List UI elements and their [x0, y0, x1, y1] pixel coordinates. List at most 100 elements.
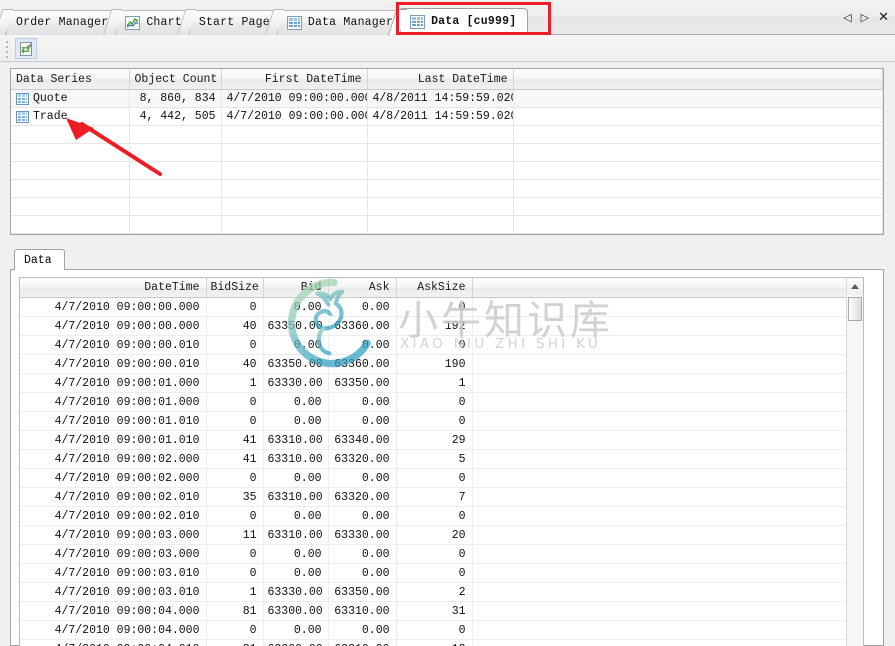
refresh-document-button[interactable]: ⇄: [15, 38, 37, 59]
table-row[interactable]: 4/7/2010 09:00:01.000 0 0.00 0.00 0: [20, 392, 848, 412]
filler-cell: [472, 297, 848, 317]
data-grid-panel: DateTime BidSize Bid Ask AskSize 4/7/201…: [10, 269, 884, 646]
first-datetime-cell: 4/7/2010 09:00:00.000: [221, 89, 368, 108]
filler-cell: [513, 89, 883, 108]
filler-cell: [472, 335, 848, 355]
scroll-up-arrow-icon[interactable]: [847, 278, 863, 295]
window-tab-controls: ◁ ▷ ✕: [843, 7, 889, 27]
table-row[interactable]: 4/7/2010 09:00:01.010 0 0.00 0.00 0: [20, 411, 848, 431]
filler-cell: [472, 601, 848, 621]
filler-cell: [472, 449, 848, 469]
filler-cell: [472, 544, 848, 564]
filler-cell: [472, 582, 848, 602]
ask-cell: 0.00: [328, 620, 397, 640]
tab-data[interactable]: Data: [14, 249, 65, 270]
filler-cell: [472, 373, 848, 393]
bid-cell: 0.00: [263, 620, 329, 640]
table-empty-row[interactable]: [11, 215, 883, 234]
bidsize-cell: 0: [206, 563, 264, 583]
next-tab-icon[interactable]: ▷: [861, 12, 869, 23]
chart-icon: [125, 16, 141, 30]
bid-cell: 0.00: [263, 506, 329, 526]
bid-cell: 0.00: [263, 335, 329, 355]
table-empty-row[interactable]: [11, 197, 883, 216]
data-grid-table: DateTime BidSize Bid Ask AskSize 4/7/201…: [20, 278, 848, 646]
asksize-cell: 190: [396, 354, 473, 374]
previous-tab-icon[interactable]: ◁: [843, 12, 851, 23]
table-row[interactable]: 4/7/2010 09:00:02.010 35 63310.00 63320.00 7: [20, 487, 848, 507]
column-header-filler[interactable]: [513, 69, 883, 90]
table-row[interactable]: 4/7/2010 09:00:04.000 81 63300.00 63310.00 3…: [20, 601, 848, 621]
column-header-first-datetime[interactable]: First DateTime: [221, 69, 368, 90]
column-header-ask[interactable]: Ask: [328, 278, 397, 298]
data-series-empty-rows: [11, 125, 883, 234]
datetime-cell: 4/7/2010 09:00:04.000: [20, 620, 207, 640]
vertical-scrollbar[interactable]: [846, 278, 863, 646]
table-row[interactable]: 4/7/2010 09:00:01.010 41 63310.00 63340.00 2…: [20, 430, 848, 450]
column-header-datetime[interactable]: DateTime: [20, 278, 207, 298]
empty-cell: [11, 233, 130, 234]
toolbar-gripper[interactable]: [6, 41, 10, 58]
column-header-asksize[interactable]: AskSize: [396, 278, 473, 298]
table-row[interactable]: 4/7/2010 09:00:00.010 40 63350.00 63360.00 1…: [20, 354, 848, 374]
table-empty-row[interactable]: [11, 179, 883, 198]
ask-cell: 0.00: [328, 392, 397, 412]
table-row[interactable]: 4/7/2010 09:00:03.000 0 0.00 0.00 0: [20, 544, 848, 564]
column-header-last-datetime[interactable]: Last DateTime: [367, 69, 514, 90]
last-datetime-cell: 4/8/2011 14:59:59.020: [367, 89, 514, 108]
datetime-cell: 4/7/2010 09:00:02.010: [20, 506, 207, 526]
empty-cell: [367, 143, 514, 162]
table-row[interactable]: 4/7/2010 09:00:03.000 11 63310.00 63330.00 2…: [20, 525, 848, 545]
table-row[interactable]: 4/7/2010 09:00:01.000 1 63330.00 63350.00 1: [20, 373, 848, 393]
table-row[interactable]: 4/7/2010 09:00:03.010 0 0.00 0.00 0: [20, 563, 848, 583]
column-header-bidsize[interactable]: BidSize: [206, 278, 264, 298]
table-row[interactable]: 4/7/2010 09:00:04.0108163300.0063310.001…: [20, 639, 848, 646]
bid-cell: 63300.00: [263, 601, 329, 621]
column-header-filler[interactable]: [472, 278, 848, 298]
column-header-object-count[interactable]: Object Count: [129, 69, 222, 90]
table-empty-row[interactable]: [11, 233, 883, 234]
datetime-cell: 4/7/2010 09:00:03.010: [20, 582, 207, 602]
empty-cell: [129, 125, 222, 144]
bidsize-cell: 11: [206, 525, 264, 545]
table-row[interactable]: Trade 4, 442, 505 4/7/2010 09:00:00.000 …: [11, 107, 883, 126]
table-row[interactable]: 4/7/2010 09:00:04.000 0 0.00 0.00 0: [20, 620, 848, 640]
ask-cell: 63340.00: [328, 430, 397, 450]
empty-cell: [221, 179, 368, 198]
empty-cell: [129, 143, 222, 162]
column-header-bid[interactable]: Bid: [263, 278, 329, 298]
tab-data-manager[interactable]: Data Manager: [276, 10, 406, 35]
asksize-cell: 31: [396, 601, 473, 621]
datetime-cell: 4/7/2010 09:00:01.000: [20, 373, 207, 393]
tab-data-cu999[interactable]: Data [cu999]: [400, 8, 529, 35]
bid-cell: 63350.00: [263, 316, 329, 336]
table-row[interactable]: 4/7/2010 09:00:00.000 0 0.00 0.00 0: [20, 297, 848, 317]
table-row[interactable]: Quote 8, 860, 834 4/7/2010 09:00:00.000 …: [11, 89, 883, 108]
last-datetime-cell: 4/8/2011 14:59:59.020: [367, 107, 514, 126]
empty-cell: [367, 197, 514, 216]
application-window: Order Manager Chart Start Page Data Mana…: [0, 0, 895, 646]
table-empty-row[interactable]: [11, 125, 883, 144]
table-row[interactable]: 4/7/2010 09:00:00.000 40 63350.00 63360.00 1…: [20, 316, 848, 336]
empty-cell: [11, 143, 130, 162]
table-row[interactable]: 4/7/2010 09:00:03.010 1 63330.00 63350.00 2: [20, 582, 848, 602]
table-empty-row[interactable]: [11, 143, 883, 162]
table-row[interactable]: 4/7/2010 09:00:02.010 0 0.00 0.00 0: [20, 506, 848, 526]
filler-cell: [472, 411, 848, 431]
asksize-cell: 0: [396, 544, 473, 564]
empty-cell: [11, 179, 130, 198]
table-row[interactable]: 4/7/2010 09:00:00.010 0 0.00 0.00 0: [20, 335, 848, 355]
table-row[interactable]: 4/7/2010 09:00:02.000 41 63310.00 63320.00 5: [20, 449, 848, 469]
table-empty-row[interactable]: [11, 161, 883, 180]
empty-cell: [11, 215, 130, 234]
close-icon[interactable]: ✕: [878, 11, 889, 24]
bid-cell: 0.00: [263, 392, 329, 412]
bid-cell: 63330.00: [263, 582, 329, 602]
datetime-cell: 4/7/2010 09:00:04.010: [20, 639, 207, 646]
datetime-cell: 4/7/2010 09:00:03.010: [20, 563, 207, 583]
empty-cell: [129, 215, 222, 234]
scrollbar-thumb[interactable]: [848, 297, 862, 321]
column-header-data-series[interactable]: Data Series: [11, 69, 130, 90]
bidsize-cell: 81: [206, 601, 264, 621]
table-row[interactable]: 4/7/2010 09:00:02.000 0 0.00 0.00 0: [20, 468, 848, 488]
